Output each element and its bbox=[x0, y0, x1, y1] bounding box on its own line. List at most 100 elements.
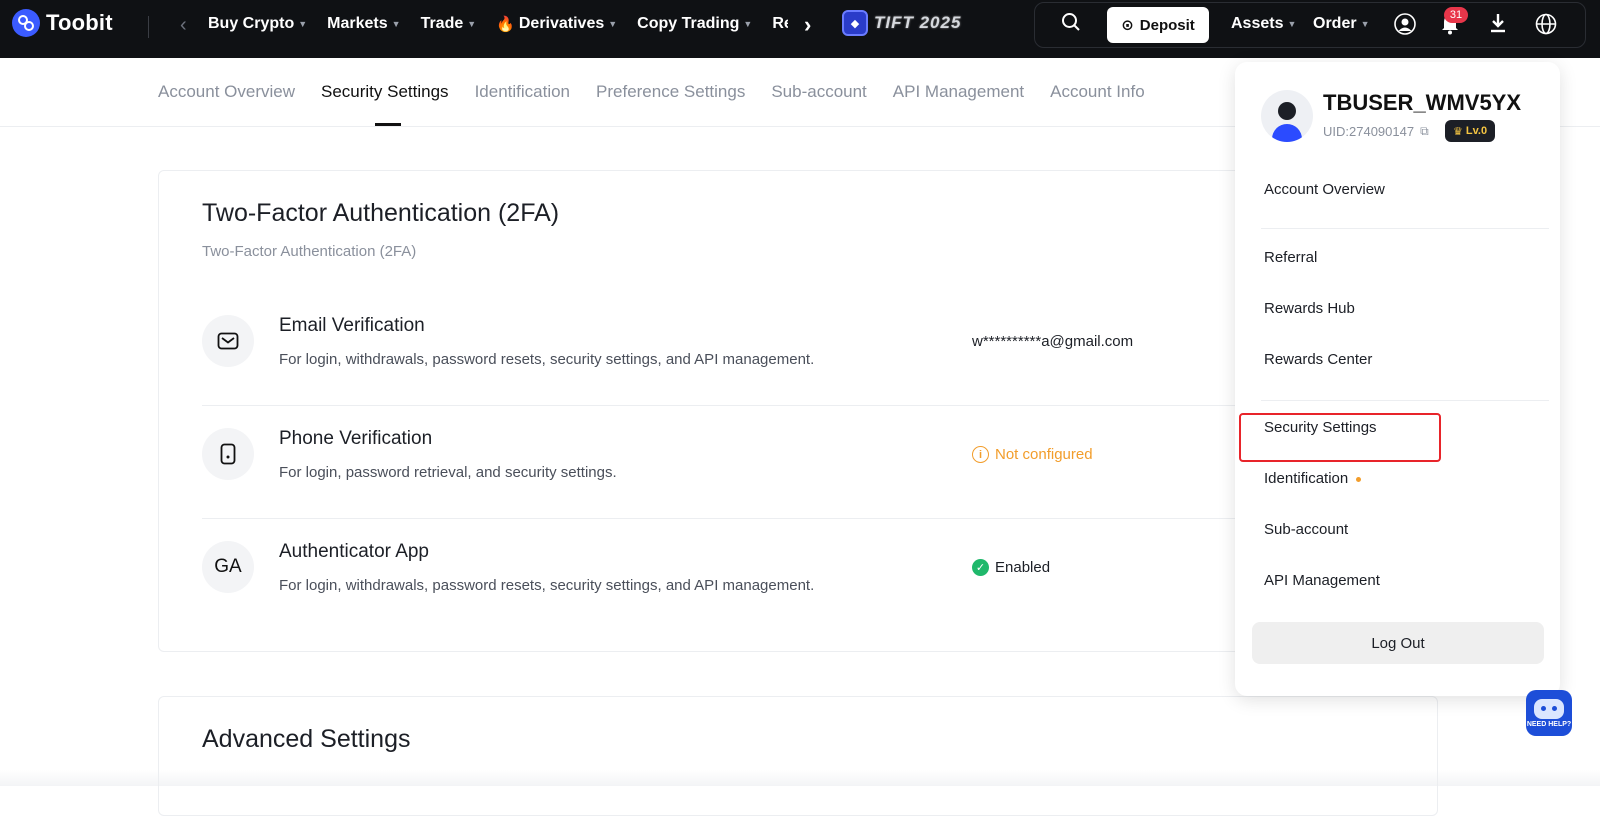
menu-referral[interactable]: Referral bbox=[1264, 249, 1317, 266]
page-fade bbox=[0, 770, 1600, 786]
tab-security-settings[interactable]: Security Settings bbox=[321, 58, 449, 126]
menu-identification[interactable]: Identification bbox=[1264, 470, 1362, 487]
authenticator-app-row: GA Authenticator App For login, withdraw… bbox=[202, 519, 1362, 632]
uid-row: UID:274090147 ⧉ bbox=[1323, 124, 1429, 139]
nav-rewards[interactable]: Rewa bbox=[772, 15, 788, 33]
nav-label: Copy Trading bbox=[637, 15, 740, 32]
check-icon: ✓ bbox=[972, 559, 989, 576]
status-text: w**********a@gmail.com bbox=[972, 333, 1134, 350]
menu-label: Identification bbox=[1264, 470, 1349, 487]
chevron-down-icon: ▼ bbox=[391, 19, 401, 29]
menu-rewards-center[interactable]: Rewards Center bbox=[1264, 351, 1372, 368]
menu-sub-account[interactable]: Sub-account bbox=[1264, 521, 1348, 538]
tab-account-overview[interactable]: Account Overview bbox=[158, 58, 295, 126]
promo-banner[interactable]: ◆ TIFT 2025 bbox=[842, 10, 961, 36]
menu-divider bbox=[1261, 400, 1549, 401]
warning-icon: i bbox=[972, 446, 989, 463]
tab-sub-account[interactable]: Sub-account bbox=[771, 58, 866, 126]
twofa-title: Two-Factor Authentication (2FA) bbox=[202, 199, 560, 227]
toobit-logo-icon bbox=[12, 9, 40, 37]
download-icon[interactable] bbox=[1489, 13, 1507, 39]
copy-icon[interactable]: ⧉ bbox=[1420, 124, 1429, 139]
flame-icon: 🔥 bbox=[496, 16, 515, 33]
search-icon[interactable] bbox=[1061, 12, 1081, 38]
logo[interactable]: Toobit bbox=[12, 9, 113, 37]
user-avatar-icon[interactable] bbox=[1394, 13, 1416, 41]
chevron-down-icon: ▼ bbox=[467, 19, 477, 29]
nav-copy-trading[interactable]: Copy Trading ▼ bbox=[637, 15, 752, 33]
globe-icon[interactable] bbox=[1535, 13, 1557, 41]
menu-rewards-hub[interactable]: Rewards Hub bbox=[1264, 300, 1355, 317]
tab-account-info[interactable]: Account Info bbox=[1050, 58, 1145, 126]
email-verification-row: Email Verification For login, withdrawal… bbox=[202, 293, 1362, 406]
account-tabs: Account Overview Security Settings Ident… bbox=[158, 58, 1145, 126]
phone-icon bbox=[202, 428, 254, 480]
robot-icon bbox=[1534, 698, 1564, 719]
promo-label: TIFT 2025 bbox=[874, 13, 962, 32]
tab-api-management[interactable]: API Management bbox=[893, 58, 1024, 126]
tab-identification[interactable]: Identification bbox=[475, 58, 570, 126]
menu-security-settings[interactable]: Security Settings bbox=[1264, 419, 1377, 436]
deposit-icon: ⊙ bbox=[1121, 17, 1134, 34]
nav-label: Markets bbox=[327, 15, 388, 32]
nav-derivatives[interactable]: 🔥 Derivatives ▼ bbox=[496, 15, 617, 33]
chevron-down-icon: ▼ bbox=[743, 19, 753, 29]
status-text: Not configured bbox=[995, 446, 1093, 463]
uid-text: UID:274090147 bbox=[1323, 124, 1415, 139]
row-description: For login, password retrieval, and secur… bbox=[279, 464, 617, 481]
menu-divider bbox=[1261, 228, 1549, 229]
ga-icon: GA bbox=[202, 541, 254, 593]
nav-label: Rewa bbox=[772, 15, 788, 32]
nav-prev-chevron-icon[interactable]: ‹ bbox=[180, 14, 187, 37]
order-menu[interactable]: Order ▼ bbox=[1313, 15, 1370, 33]
advanced-title: Advanced Settings bbox=[202, 725, 411, 753]
top-navbar: Toobit ‹ Buy Crypto ▼ Markets ▼ Trade ▼ 🔥 De… bbox=[0, 0, 1600, 58]
advanced-settings-card: Advanced Settings bbox=[158, 696, 1438, 816]
nav-markets[interactable]: Markets ▼ bbox=[327, 15, 400, 33]
status-text: Enabled bbox=[995, 559, 1051, 576]
row-title: Authenticator App bbox=[279, 541, 429, 562]
deposit-button[interactable]: ⊙ Deposit bbox=[1107, 7, 1209, 43]
nav-divider bbox=[148, 16, 149, 38]
avatar bbox=[1261, 90, 1313, 142]
nav-label: Buy Crypto bbox=[208, 15, 295, 32]
tab-preference-settings[interactable]: Preference Settings bbox=[596, 58, 745, 126]
nav-label: Derivatives bbox=[518, 15, 605, 32]
nav-label: Trade bbox=[420, 15, 464, 32]
main-nav: Buy Crypto ▼ Markets ▼ Trade ▼ 🔥 Derivatives… bbox=[208, 0, 788, 48]
row-title: Phone Verification bbox=[279, 428, 433, 449]
logout-button[interactable]: Log Out bbox=[1252, 622, 1544, 664]
username: TBUSER_WMV5YX bbox=[1323, 90, 1522, 115]
row-description: For login, withdrawals, password resets,… bbox=[279, 577, 815, 594]
row-description: For login, withdrawals, password resets,… bbox=[279, 351, 815, 368]
nav-trade[interactable]: Trade ▼ bbox=[421, 15, 477, 33]
promo-shield-icon: ◆ bbox=[842, 10, 868, 36]
chevron-down-icon: ▼ bbox=[1360, 19, 1370, 29]
logo-text: Toobit bbox=[46, 10, 113, 35]
notification-count-badge: 31 bbox=[1444, 7, 1468, 23]
trophy-icon: ♛ bbox=[1453, 125, 1463, 138]
assets-menu[interactable]: Assets ▼ bbox=[1231, 15, 1296, 33]
help-label: NEED HELP? bbox=[1526, 720, 1572, 728]
nav-next-chevron-icon[interactable]: › bbox=[804, 12, 811, 38]
help-bot-button[interactable]: NEED HELP? bbox=[1526, 690, 1572, 736]
menu-api-management[interactable]: API Management bbox=[1264, 572, 1380, 589]
menu-account-overview[interactable]: Account Overview bbox=[1264, 181, 1385, 198]
chevron-down-icon: ▼ bbox=[298, 19, 308, 29]
email-value: w**********a@gmail.com bbox=[972, 333, 1133, 350]
account-dropdown: TBUSER_WMV5YX UID:274090147 ⧉ ♛ Lv.0 Acco… bbox=[1235, 62, 1560, 696]
status-badge: i Not configured bbox=[972, 446, 1093, 463]
chevron-down-icon: ▼ bbox=[1287, 19, 1297, 29]
phone-verification-row: Phone Verification For login, password r… bbox=[202, 406, 1362, 519]
deposit-label: Deposit bbox=[1139, 16, 1195, 34]
nav-buy-crypto[interactable]: Buy Crypto ▼ bbox=[208, 15, 307, 33]
level-badge: ♛ Lv.0 bbox=[1445, 120, 1496, 142]
assets-label: Assets bbox=[1231, 15, 1284, 32]
twofa-subtitle: Two-Factor Authentication (2FA) bbox=[202, 243, 417, 260]
notice-dot-icon bbox=[1356, 476, 1362, 482]
level-text: Lv.0 bbox=[1465, 125, 1488, 137]
mail-icon bbox=[202, 315, 254, 367]
chevron-down-icon: ▼ bbox=[608, 19, 618, 29]
row-title: Email Verification bbox=[279, 315, 425, 336]
status-badge: ✓ Enabled bbox=[972, 559, 1050, 576]
